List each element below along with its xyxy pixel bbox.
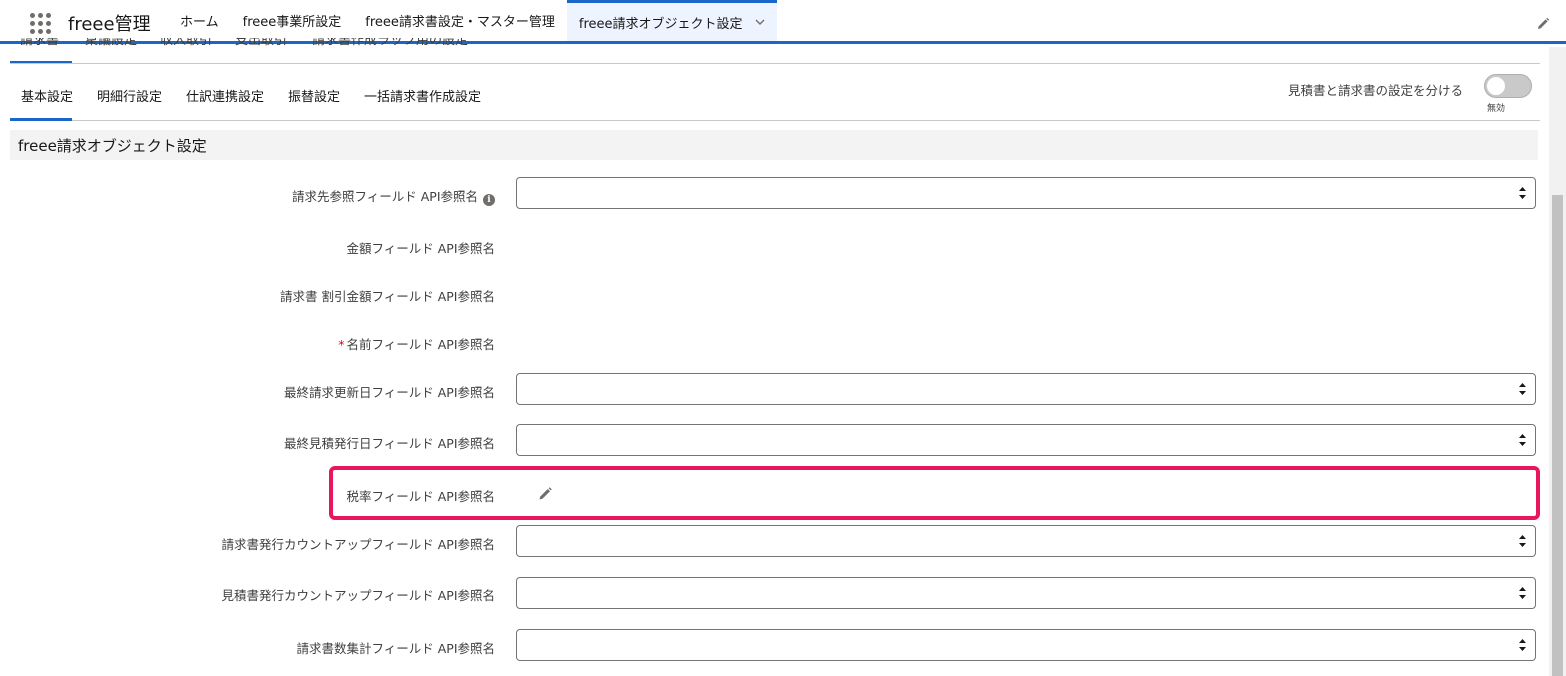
- nav-tab-home[interactable]: ホーム: [168, 0, 231, 41]
- upper-tab-invoice[interactable]: 請求書: [20, 38, 59, 48]
- toggle-knob: [1487, 77, 1505, 95]
- quote-countup-select[interactable]: [516, 577, 1536, 609]
- nav-tab-invoice-master[interactable]: freee請求書設定・マスター管理: [353, 0, 567, 41]
- scrollbar-thumb[interactable]: [1552, 195, 1563, 676]
- nav-tab-label: ホーム: [180, 15, 219, 30]
- field-label-discount: 請求書 割引金額フィールド API参照名: [280, 289, 495, 304]
- nav-tab-office-settings[interactable]: freee事業所設定: [231, 0, 354, 41]
- active-tab-indicator: [10, 61, 72, 63]
- select-arrows-icon: [1519, 434, 1526, 446]
- subtab-journal[interactable]: 仕訳連携設定: [186, 86, 264, 105]
- field-label-quote-countup: 見積書発行カウントアップフィールド API参照名: [221, 588, 496, 603]
- field-label-invoice-count: 請求書数集計フィールド API参照名: [296, 641, 496, 656]
- section-title: freee請求オブジェクト設定: [10, 130, 1538, 160]
- select-arrows-icon: [1519, 587, 1526, 599]
- separate-settings-label: 見積書と請求書の設定を分ける: [1287, 83, 1463, 98]
- active-subtab-indicator: [10, 118, 72, 121]
- nav-tab-object-settings[interactable]: freee請求オブジェクト設定: [566, 0, 777, 41]
- select-arrows-icon: [1519, 187, 1526, 199]
- chevron-down-icon[interactable]: [755, 17, 765, 27]
- last-invoice-update-select[interactable]: [516, 373, 1536, 405]
- field-label-text: 請求先参照フィールド API参照名: [292, 189, 478, 204]
- sub-tabset: 基本設定 明細行設定 仕訳連携設定 振替設定 一括請求書作成設定 見積書と請求書…: [10, 68, 1540, 121]
- upper-tab-wrap-settings[interactable]: 請求書作成ラップ用の設定: [312, 38, 468, 48]
- app-launcher-icon[interactable]: [30, 13, 51, 34]
- select-arrows-icon: [1519, 535, 1526, 547]
- upper-tab-expense[interactable]: 支出取引: [235, 38, 287, 48]
- upper-tab-approval[interactable]: 稟議設定: [85, 38, 137, 48]
- field-label-last-invoice-update: 最終請求更新日フィールド API参照名: [284, 385, 495, 400]
- upper-tabset: 請求書 稟議設定 収入取引 支出取引 請求書作成ラップ用の設定: [10, 38, 1540, 64]
- highlight-box: [329, 466, 1540, 520]
- upper-tab-income[interactable]: 収入取引: [160, 38, 212, 48]
- field-label-text: 名前フィールド API参照名: [346, 337, 496, 352]
- nav-tab-label: freee請求オブジェクト設定: [578, 16, 743, 32]
- field-label-amount: 金額フィールド API参照名: [346, 241, 496, 256]
- subtab-transfer[interactable]: 振替設定: [288, 86, 340, 105]
- toggle-state-text: 無効: [1486, 104, 1505, 114]
- invoice-count-select[interactable]: [516, 629, 1536, 661]
- separate-settings-toggle[interactable]: [1484, 74, 1532, 98]
- field-label-name: * 名前フィールド API参照名: [338, 334, 495, 353]
- pencil-icon[interactable]: [538, 486, 553, 501]
- field-label-last-quote-issue: 最終見積発行日フィールド API参照名: [284, 436, 495, 451]
- field-label-tax-rate: 税率フィールド API参照名: [346, 489, 496, 504]
- required-mark: *: [338, 337, 345, 352]
- field-label-invoice-countup: 請求書発行カウントアップフィールド API参照名: [221, 537, 496, 552]
- subtab-bulk-invoice[interactable]: 一括請求書作成設定: [364, 86, 481, 105]
- field-label-billing-ref: 請求先参照フィールド API参照名 i: [292, 186, 495, 206]
- subtab-line-items[interactable]: 明細行設定: [97, 86, 162, 105]
- nav-tab-label: freee事業所設定: [242, 15, 342, 30]
- billing-ref-select[interactable]: [516, 177, 1536, 209]
- info-icon[interactable]: i: [483, 194, 495, 206]
- invoice-countup-select[interactable]: [516, 525, 1536, 557]
- select-arrows-icon: [1519, 383, 1526, 395]
- nav-tab-label: freee請求書設定・マスター管理: [365, 15, 555, 30]
- last-quote-issue-select[interactable]: [516, 424, 1536, 456]
- edit-nav-pencil-icon[interactable]: [1536, 17, 1550, 31]
- subtab-basic[interactable]: 基本設定: [21, 86, 73, 105]
- select-arrows-icon: [1519, 639, 1526, 651]
- app-name: freee管理: [68, 14, 151, 35]
